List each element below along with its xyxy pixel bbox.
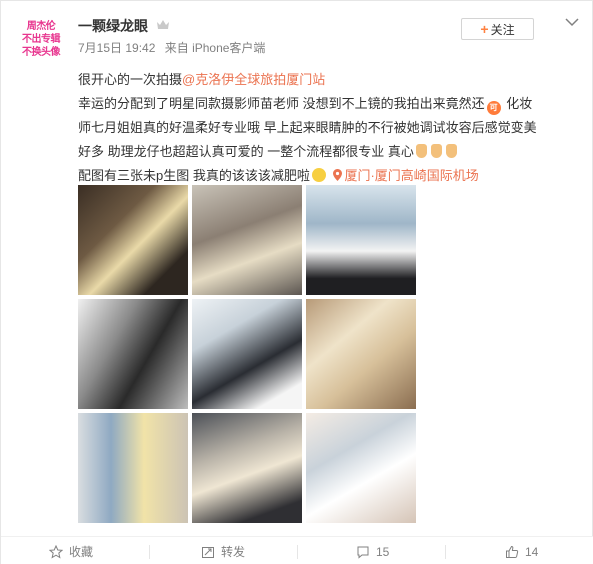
post-text-span: 配图有三张未p生图 我真的该该该减肥啦 (78, 168, 310, 183)
photo-9[interactable] (306, 413, 416, 523)
photo-7[interactable] (78, 413, 188, 523)
star-icon (49, 544, 63, 559)
photo-6[interactable] (306, 299, 416, 409)
divider (149, 545, 150, 559)
favorite-button[interactable]: 收藏 (49, 537, 93, 564)
repost-icon (202, 546, 214, 558)
repost-label: 转发 (221, 545, 246, 559)
favorite-label: 收藏 (69, 545, 94, 559)
ke-emoji-icon: 可 (486, 101, 501, 115)
divider (297, 545, 298, 559)
post-line: 师七月姐姐真的好温柔好专业哦 早上起来眼睛肿的不行被她调试妆容后感觉变美 (78, 116, 578, 140)
avatar-text-line: 不出专辑 (22, 33, 61, 45)
thumbs-up-emoji-icon (445, 144, 457, 158)
like-count: 14 (525, 544, 539, 559)
crown-icon (157, 20, 169, 29)
post-source: 来自 iPhone客户端 (164, 41, 266, 55)
like-button[interactable]: 14 (505, 537, 538, 564)
avatar-text-line: 周杰伦 (26, 20, 56, 32)
photo-grid (78, 185, 417, 526)
post-text-span: 好多 助理龙仔也超超认真可爱的 一整个流程都很专业 真心 (78, 144, 414, 159)
photo-1[interactable] (78, 185, 188, 295)
username[interactable]: 一颗绿龙眼 (78, 16, 148, 36)
post-meta: 7月15日 19:42 来自 iPhone客户端 (78, 39, 271, 56)
mention-link[interactable]: @克洛伊全球旅拍厦门站 (182, 72, 325, 87)
photo-4[interactable] (78, 299, 188, 409)
post-text-span: 化妆 (502, 96, 533, 111)
post-date[interactable]: 7月15日 19:42 (78, 41, 155, 55)
comment-button[interactable]: 15 (356, 537, 389, 564)
action-bar: 收藏 转发 15 14 (1, 536, 593, 564)
repost-button[interactable]: 转发 (201, 537, 245, 564)
avatar[interactable]: 周杰伦 不出专辑 不换头像 (16, 14, 66, 64)
follow-button[interactable]: + 关注 (461, 18, 534, 40)
location-link[interactable]: 厦门·厦门高崎国际机场 (344, 168, 478, 183)
photo-3[interactable] (306, 185, 416, 295)
post-text-span: 师七月姐姐真的好温柔好专业哦 早上起来眼睛肿的不行被她调试妆容后感觉变美 (78, 120, 537, 135)
thumbs-up-emoji-icon (415, 144, 427, 158)
follow-label: 关注 (490, 22, 515, 37)
comment-icon (357, 546, 369, 559)
photo-2[interactable] (192, 185, 302, 295)
weibo-post-card: 周杰伦 不出专辑 不换头像 一颗绿龙眼 7月15日 19:42 来自 iPhon… (0, 0, 593, 564)
post-line: 幸运的分配到了明星同款摄影师苗老师 没想到不上镜的我拍出来竟然还可 化妆 (78, 92, 578, 116)
photo-5[interactable] (192, 299, 302, 409)
chevron-down-icon[interactable] (565, 17, 579, 27)
comment-count: 15 (376, 544, 390, 559)
post-text-span: 幸运的分配到了明星同款摄影师苗老师 没想到不上镜的我拍出来竟然还 (78, 96, 485, 111)
location-pin-icon (333, 169, 343, 181)
post-line: 好多 助理龙仔也超超认真可爱的 一整个流程都很专业 真心 (78, 140, 578, 164)
avatar-text-line: 不换头像 (22, 46, 61, 58)
like-icon (506, 545, 519, 558)
sad-face-emoji-icon (311, 168, 326, 182)
post-text-span: 很开心的一次拍摄 (78, 72, 183, 87)
divider (445, 545, 446, 559)
photo-8[interactable] (192, 413, 302, 523)
post-text: 很开心的一次拍摄@克洛伊全球旅拍厦门站 幸运的分配到了明星同款摄影师苗老师 没想… (78, 68, 578, 188)
thumbs-up-emoji-icon (430, 144, 442, 158)
post-line: 很开心的一次拍摄@克洛伊全球旅拍厦门站 (78, 68, 578, 92)
plus-icon: + (480, 21, 489, 37)
